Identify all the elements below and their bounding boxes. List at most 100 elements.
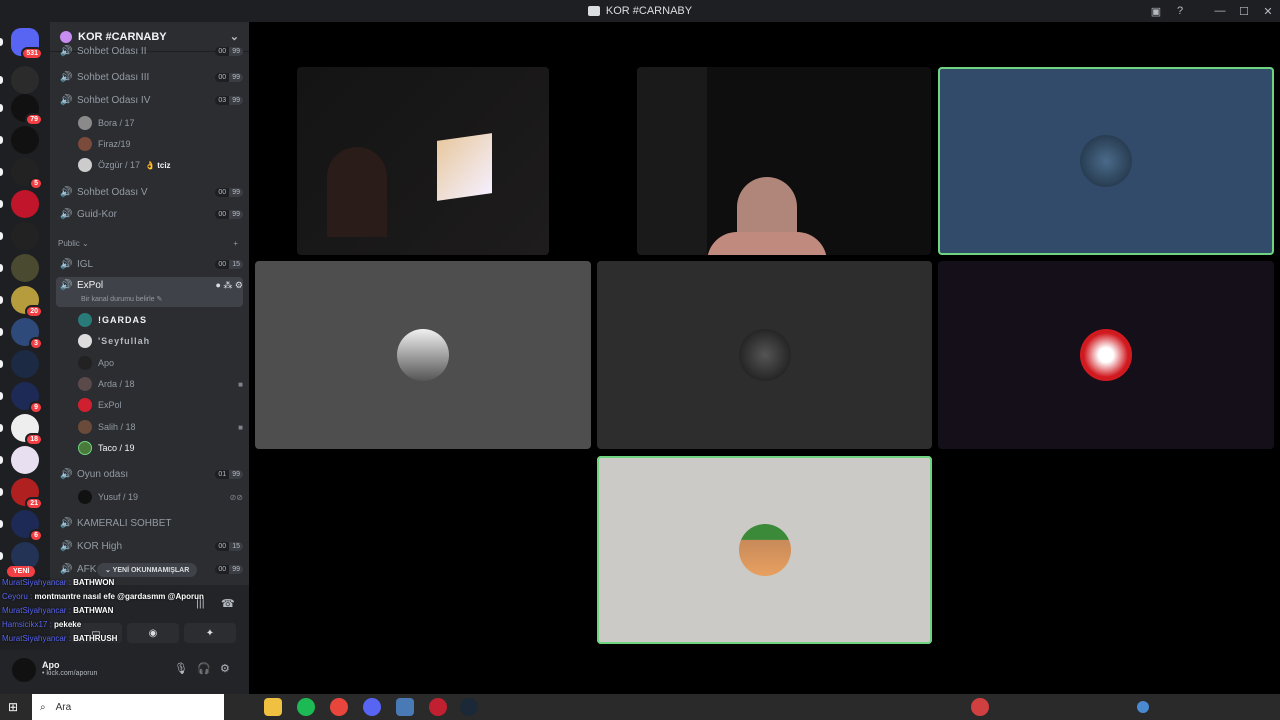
channel-sohbet-2[interactable]: 🔊 Sohbet Odası II 00 99 — [56, 44, 243, 58]
custom-status: • kick.com/aporun — [42, 670, 98, 677]
unread-indicator — [0, 360, 3, 368]
app-icon[interactable] — [396, 698, 414, 716]
voice-user[interactable]: Apo — [78, 353, 243, 373]
video-tile-avatar[interactable] — [597, 456, 932, 644]
avatar — [78, 158, 92, 172]
voice-user[interactable]: Firaz/19 — [78, 134, 243, 154]
window-title: KOR #CARNABY — [605, 5, 693, 17]
channel-sohbet-3[interactable]: 🔊 Sohbet Odası III 00 99 — [56, 67, 243, 87]
disconnect-icon[interactable]: ☎ — [221, 597, 235, 610]
chrome-icon[interactable] — [330, 698, 348, 716]
chat-line: MuratSiyahyancar : BATHRUSH — [2, 634, 118, 643]
windows-start-icon[interactable]: ⊞ — [8, 700, 18, 714]
avatar — [78, 313, 92, 327]
server-icon[interactable] — [0, 446, 39, 474]
username[interactable]: Apo — [42, 660, 60, 670]
channel-guid-kor[interactable]: 🔊 Guid-Kor 00 99 — [56, 204, 243, 224]
avatar[interactable] — [12, 658, 36, 682]
unread-indicator — [0, 168, 3, 176]
channel-sohbet-5[interactable]: 🔊 Sohbet Odası V 00 99 — [56, 182, 243, 202]
channel-kor-high[interactable]: 🔊 KOR High 00 15 — [56, 536, 243, 556]
speaker-icon: 🔊 — [60, 540, 73, 552]
spotify-icon[interactable] — [297, 698, 315, 716]
server-icon[interactable] — [0, 66, 39, 94]
soundboard-icon: ✦ — [205, 627, 215, 639]
mention-badge: 3 — [29, 337, 43, 350]
unread-jump-button[interactable]: ⌄ YENİ OKUNMAMIŞLAR — [97, 563, 198, 577]
server-icon[interactable] — [0, 190, 39, 218]
channel-igl[interactable]: 🔊 IGL 00 15 — [56, 254, 243, 274]
server-icon[interactable]: 20 — [0, 286, 43, 318]
server-icon[interactable]: 18 — [0, 414, 43, 446]
tray-icon[interactable] — [971, 698, 989, 716]
mention-badge: 6 — [29, 529, 43, 542]
speaker-icon: 🔊 — [60, 517, 73, 529]
voice-user[interactable]: Salih / 18 ■ — [78, 417, 243, 437]
server-icon[interactable] — [0, 350, 39, 378]
server-icon[interactable]: 6 — [0, 510, 43, 542]
voice-user[interactable]: ExPol — [78, 395, 243, 415]
chat-icon[interactable]: ● — [215, 280, 220, 290]
video-tile-avatar[interactable] — [255, 261, 591, 449]
app-icon[interactable] — [429, 698, 447, 716]
server-icon[interactable] — [0, 126, 39, 154]
channel-expol[interactable]: 🔊 ExPol Bir kanal durumu belirle ✎ ● ⁂ ⚙ — [56, 277, 243, 307]
taskbar-search[interactable]: ⌕ Ara — [32, 694, 224, 720]
video-tile-camera[interactable] — [297, 67, 549, 255]
help-icon[interactable]: ? — [1168, 5, 1192, 17]
channel-kamerali-sohbet[interactable]: 🔊 KAMERALI SOHBET — [56, 513, 243, 533]
voice-user[interactable]: Yusuf / 19 ⊘⊘ — [78, 487, 243, 507]
unread-indicator — [0, 136, 3, 144]
server-icon[interactable]: 9 — [0, 382, 43, 414]
minimize-button[interactable]: — — [1208, 5, 1232, 17]
settings-icon[interactable]: ⚙ — [235, 280, 243, 290]
inbox-icon[interactable]: ▣ — [1144, 5, 1168, 18]
channel-sohbet-4[interactable]: 🔊 Sohbet Odası IV 03 99 — [56, 90, 243, 110]
search-icon: ⌕ — [40, 701, 46, 713]
settings-icon[interactable]: ⚙ — [220, 662, 230, 675]
close-button[interactable]: ✕ — [1256, 5, 1280, 18]
chevron-down-icon[interactable]: ⌄ — [230, 30, 239, 43]
unread-indicator — [0, 296, 3, 304]
server-icon[interactable]: 21 — [0, 478, 43, 510]
video-tile-avatar[interactable] — [597, 261, 932, 449]
voice-user[interactable]: !GARDAS — [78, 310, 243, 330]
maximize-button[interactable]: ☐ — [1232, 5, 1256, 18]
steam-icon[interactable] — [460, 698, 478, 716]
discord-taskbar-icon[interactable] — [363, 698, 381, 716]
speaker-icon: 🔊 — [60, 258, 73, 270]
soundboard-button[interactable]: ✦ — [184, 623, 236, 643]
avatar — [78, 420, 92, 434]
channel-oyun-odasi[interactable]: 🔊 Oyun odası 01 99 — [56, 464, 243, 484]
category-public[interactable]: Public ⌄ + — [58, 239, 238, 248]
server-icon[interactable] — [0, 254, 39, 282]
server-icon[interactable]: 79 — [0, 94, 43, 126]
server-icon[interactable]: 3 — [0, 318, 43, 350]
video-tile-avatar[interactable] — [938, 261, 1274, 449]
add-channel-icon[interactable]: + — [233, 239, 238, 248]
voice-user[interactable]: Özgür / 17 👌 tciz — [78, 155, 243, 175]
server-icon[interactable]: 531 — [0, 28, 43, 60]
speaker-icon: 🔊 — [60, 45, 73, 57]
voice-user[interactable]: 'Seyfullah — [78, 331, 243, 351]
mention-badge: 9 — [29, 401, 43, 414]
new-messages-badge[interactable]: YENİ — [7, 566, 36, 577]
invite-icon[interactable]: ⁂ — [223, 280, 232, 290]
tray-icon[interactable] — [1137, 701, 1149, 713]
voice-user[interactable]: Taco / 19 — [78, 438, 243, 458]
file-explorer-icon[interactable] — [264, 698, 282, 716]
user-limit: 00 15 — [215, 259, 243, 269]
server-icon[interactable] — [0, 222, 39, 250]
microphone-icon[interactable]: 🎙 — [174, 662, 188, 675]
channel-status[interactable]: Bir kanal durumu belirle ✎ — [81, 295, 162, 303]
video-tile-camera[interactable] — [637, 67, 931, 255]
voice-user[interactable]: Arda / 18 ■ — [78, 374, 243, 394]
app-logo-icon — [587, 6, 600, 16]
avatar — [78, 356, 92, 370]
video-tile-avatar[interactable] — [938, 67, 1274, 255]
voice-user[interactable]: Bora / 17 — [78, 113, 243, 133]
activity-button[interactable]: ◉ — [127, 623, 179, 643]
headphones-icon[interactable]: 🎧 — [197, 662, 211, 675]
speaker-icon: 🔊 — [60, 208, 73, 220]
server-icon[interactable]: 5 — [0, 158, 43, 190]
